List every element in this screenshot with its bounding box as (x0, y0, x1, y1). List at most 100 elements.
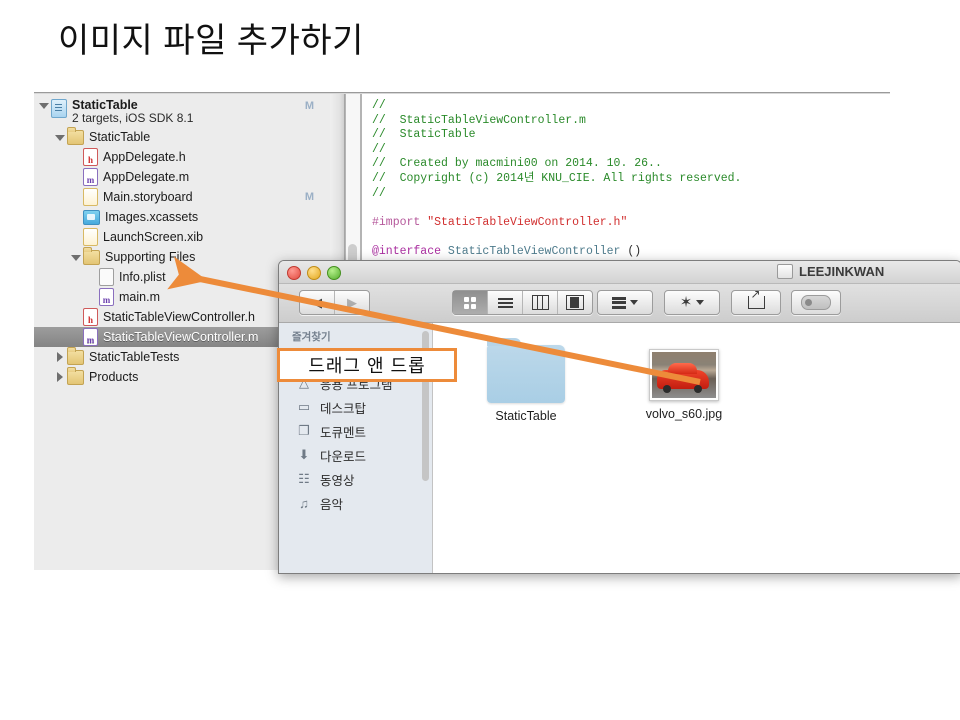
code-line: // Copyright (c) 2014년 KNU_CIE. All righ… (372, 172, 741, 187)
storyboard-file-icon (83, 188, 98, 206)
disclosure-spacer (70, 231, 82, 243)
disclosure-triangle-icon[interactable] (54, 351, 66, 363)
folder-icon (67, 370, 84, 385)
arrange-button[interactable] (597, 290, 653, 315)
finder-window-title: LEEJINKWAN (777, 264, 884, 279)
action-button-inner[interactable]: ✶ (665, 291, 719, 314)
sidebar-item-도큐멘트[interactable]: ❐ 도큐멘트 (279, 419, 432, 443)
tree-row-label: main.m (119, 290, 160, 304)
icon-view-button[interactable] (453, 291, 488, 314)
code-line: #import "StaticTableViewController.h" (372, 216, 741, 231)
disclosure-spacer (86, 271, 98, 283)
tree-row[interactable]: Images.xcassets (34, 207, 330, 227)
coverflow-view-button[interactable] (558, 291, 592, 314)
sidebar-section-favorites: 즐겨찾기 (279, 329, 432, 347)
tag-button-inner[interactable] (792, 291, 840, 314)
sidebar-item-음악[interactable]: ♫음악 (279, 491, 432, 515)
tree-row-label: Products (89, 370, 138, 384)
tree-row-label: AppDelegate.h (103, 150, 186, 164)
disk-icon (777, 264, 793, 279)
documents-icon: ❐ (295, 423, 313, 439)
tree-row[interactable]: Main.storyboardM (34, 187, 330, 207)
forward-arrow-icon: ▶ (347, 296, 357, 309)
xib-file-icon (83, 228, 98, 246)
code-line: // StaticTable (372, 128, 741, 143)
view-mode-switcher[interactable] (452, 290, 593, 315)
movies-icon: ☷ (295, 471, 313, 487)
share-button[interactable] (731, 290, 781, 315)
disclosure-triangle-icon[interactable] (70, 251, 82, 263)
finder-file-grid[interactable]: StaticTable volvo_s60.jpg (433, 323, 960, 574)
chevron-down-icon (630, 300, 638, 305)
tree-row-label: StaticTableViewController.m (103, 330, 258, 344)
columns-icon (532, 295, 549, 310)
close-button[interactable] (287, 266, 301, 280)
tree-row[interactable]: hAppDelegate.h (34, 147, 330, 167)
column-view-button[interactable] (523, 291, 558, 314)
file-item-volvo-image[interactable]: volvo_s60.jpg (629, 345, 739, 421)
status-badge: M (305, 191, 314, 203)
gear-icon: ✶ (680, 295, 693, 310)
disclosure-triangle-icon[interactable] (54, 371, 66, 383)
disclosure-spacer (70, 311, 82, 323)
finder-toolbar[interactable]: ◀ ▶ (279, 284, 960, 323)
finder-window[interactable]: LEEJINKWAN ◀ ▶ (278, 260, 960, 574)
drag-and-drop-callout: 드래그 앤 드롭 (277, 348, 457, 382)
sidebar-item-다운로드[interactable]: ⬇다운로드 (279, 443, 432, 467)
folder-icon (67, 350, 84, 365)
desktop-icon: ▭ (295, 399, 313, 415)
tree-row[interactable]: mAppDelegate.m (34, 167, 330, 187)
minimize-button[interactable] (307, 266, 321, 280)
folder-icon (67, 130, 84, 145)
tree-row[interactable]: StaticTable (34, 127, 330, 147)
chevron-down-icon (696, 300, 704, 305)
edit-tags-button[interactable] (791, 290, 841, 315)
project-subtitle: 2 targets, iOS SDK 8.1 (72, 112, 193, 125)
header-file-icon: h (83, 308, 98, 326)
share-button-inner[interactable] (732, 291, 780, 314)
slide-canvas: 이미지 파일 추가하기 StaticTable2 targets, iOS SD… (0, 0, 960, 720)
sidebar-item-label: 도큐멘트 (320, 422, 366, 441)
source-code-text[interactable]: //// StaticTableViewController.m// Stati… (372, 99, 741, 260)
sidebar-item-label: 다운로드 (320, 446, 366, 465)
tree-row-project[interactable]: StaticTable2 targets, iOS SDK 8.1M (34, 98, 330, 127)
page-title: 이미지 파일 추가하기 (58, 13, 364, 62)
finder-titlebar[interactable]: LEEJINKWAN (279, 261, 960, 284)
sidebar-item-동영상[interactable]: ☷동영상 (279, 467, 432, 491)
sidebar-item-label: 음악 (320, 494, 343, 513)
disclosure-triangle-icon[interactable] (54, 131, 66, 143)
code-line: // (372, 99, 741, 114)
implementation-file-icon: m (99, 288, 114, 306)
disclosure-triangle-icon[interactable] (38, 99, 50, 111)
grid-icon (464, 297, 476, 309)
back-button[interactable]: ◀ (300, 291, 335, 314)
disclosure-spacer (70, 331, 82, 343)
tree-row-label: AppDelegate.m (103, 170, 189, 184)
arrange-button-inner[interactable] (598, 291, 652, 314)
asset-catalog-icon (83, 210, 100, 225)
navigation-buttons[interactable]: ◀ ▶ (299, 290, 370, 315)
tree-row-label: Images.xcassets (105, 210, 198, 224)
implementation-file-icon: m (83, 328, 98, 346)
car-photo (652, 352, 716, 398)
coverflow-icon (566, 295, 584, 310)
folder-icon (83, 250, 100, 265)
tree-row[interactable]: LaunchScreen.xib (34, 227, 330, 247)
forward-button[interactable]: ▶ (335, 291, 369, 314)
file-item-label: StaticTable (471, 409, 581, 423)
zoom-button[interactable] (327, 266, 341, 280)
arrange-icon (612, 297, 626, 309)
project-file-icon (51, 99, 67, 118)
list-view-button[interactable] (488, 291, 523, 314)
back-arrow-icon: ◀ (312, 296, 322, 309)
plist-file-icon (99, 268, 114, 286)
sidebar-item-데스크탑[interactable]: ▭데스크탑 (279, 395, 432, 419)
file-item-statictable[interactable]: StaticTable (471, 345, 581, 423)
finder-title-label: LEEJINKWAN (799, 264, 884, 279)
action-menu-button[interactable]: ✶ (664, 290, 720, 315)
callout-label: 드래그 앤 드롭 (308, 352, 425, 378)
list-icon (498, 296, 513, 310)
file-item-label: volvo_s60.jpg (629, 407, 739, 421)
tree-row-label: Supporting Files (105, 250, 195, 264)
red-car-shape (657, 370, 709, 389)
